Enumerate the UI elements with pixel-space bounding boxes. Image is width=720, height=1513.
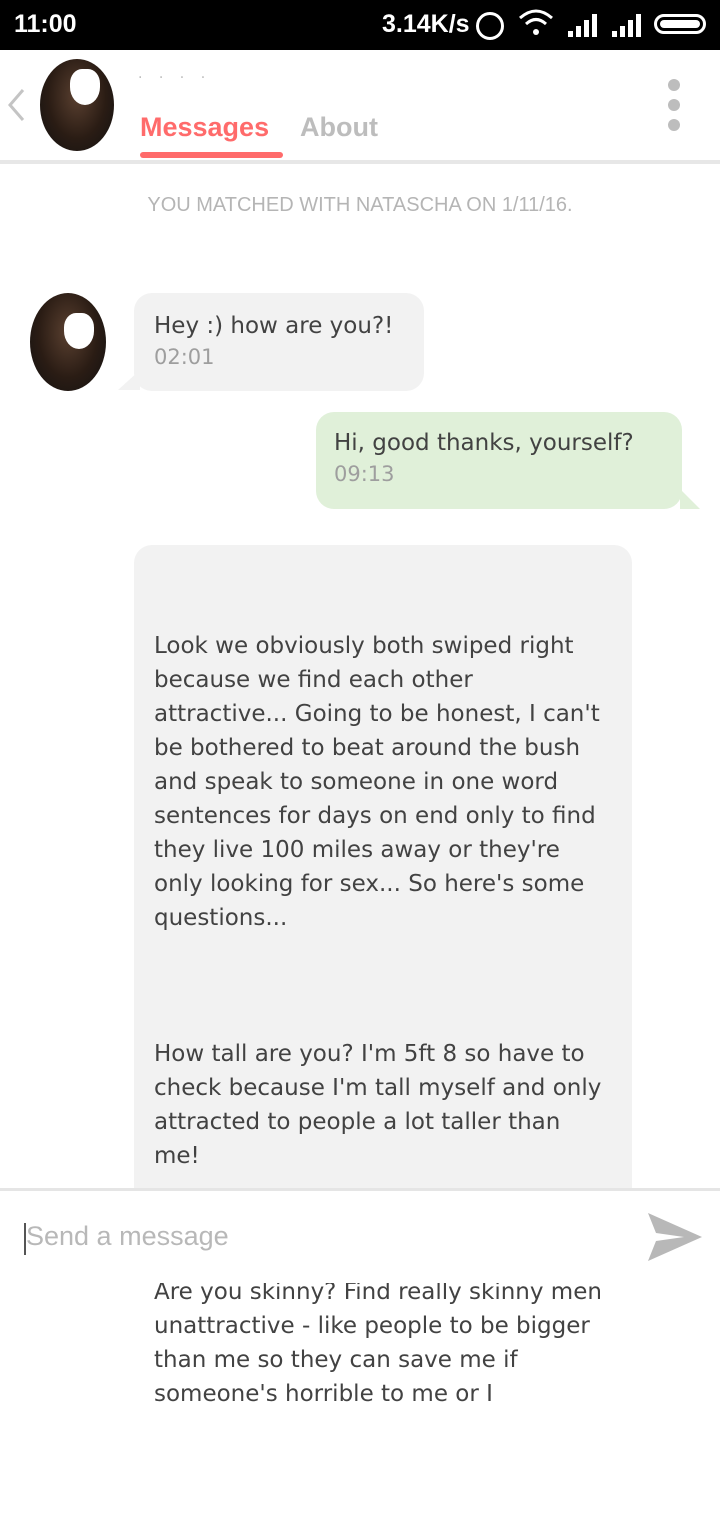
wifi-icon [519,9,553,35]
signal-icon [612,14,641,37]
message-time: 09:13 [334,462,395,486]
message-paragraph: Are you skinny? Find really skinny men u… [154,1279,610,1407]
bubble-tail [680,489,700,509]
back-chevron-icon[interactable] [6,88,26,122]
send-icon[interactable] [646,1211,704,1263]
message-paragraph: Look we obviously both swiped right beca… [154,633,608,931]
active-tab-indicator [140,152,283,158]
message-time: 02:01 [154,345,215,369]
incoming-message: Hey :) how are you?! 02:01 [134,293,424,391]
outgoing-message: Hi, good thanks, yourself? 09:13 [316,412,682,509]
message-text: Hi, good thanks, yourself? [334,430,634,456]
contact-name: · · · · [138,70,212,86]
status-time: 11:00 [14,10,77,38]
incoming-message: Look we obviously both swiped right beca… [134,545,632,1407]
sender-avatar[interactable] [30,293,106,391]
more-options-icon[interactable] [664,79,684,131]
signal-icon [568,14,597,37]
battery-icon [654,14,706,34]
tab-about[interactable]: About [300,112,378,143]
message-text: Hey :) how are you?! [154,313,394,339]
chat-header: · · · · Messages About [0,50,720,164]
network-speed: 3.14K/s [382,10,470,38]
message-composer: Send a message [0,1188,720,1283]
status-bar: 11:00 3.14K/s [0,0,720,50]
tab-messages[interactable]: Messages [140,112,269,143]
match-notice: YOU MATCHED WITH NATASCHA ON 1/11/16. [147,194,573,216]
contact-avatar[interactable] [40,59,114,151]
message-paragraph: How tall are you? I'm 5ft 8 so have to c… [154,1041,609,1169]
alarm-icon [476,12,504,40]
message-input[interactable]: Send a message [26,1221,229,1252]
